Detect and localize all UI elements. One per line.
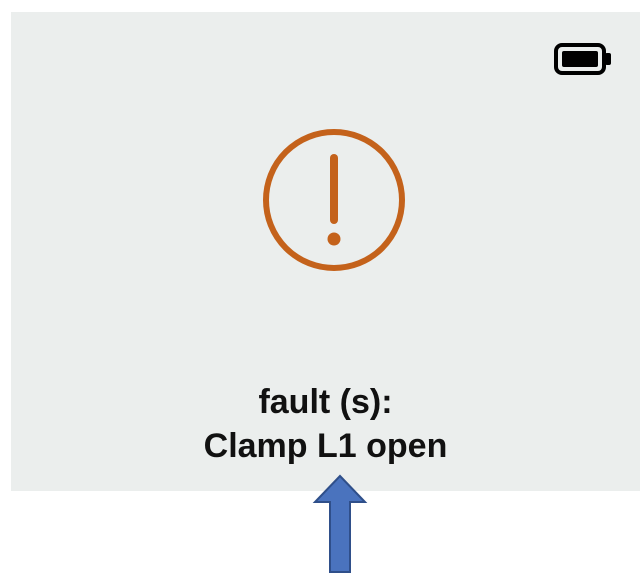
fault-detail: Clamp L1 open [203,427,448,465]
fault-message: fault (s): Clamp L1 open [11,380,640,468]
fault-heading: fault (s): [258,383,393,421]
warning-exclamation-icon [263,129,405,271]
device-screen: fault (s): Clamp L1 open [11,12,640,491]
battery-full-icon [554,43,611,75]
up-arrow-icon [312,474,368,573]
